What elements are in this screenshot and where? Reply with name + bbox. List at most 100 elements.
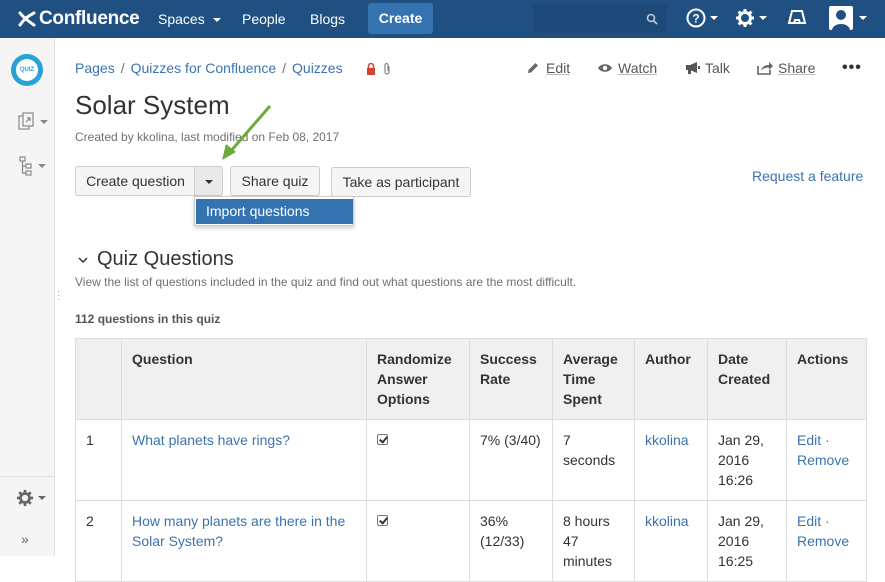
share-icon — [757, 62, 773, 75]
gear-icon — [16, 489, 34, 507]
column-header-randomize: Randomize Answer Options — [366, 338, 470, 420]
breadcrumb-separator: / — [120, 60, 125, 76]
chevron-down-icon — [859, 16, 867, 20]
column-header-number — [75, 338, 122, 420]
lock-icon[interactable] — [366, 62, 376, 75]
chevron-down-icon — [759, 16, 767, 20]
share-label: Share — [778, 60, 816, 76]
nav-spaces[interactable]: Spaces — [158, 0, 221, 38]
breadcrumb-pages[interactable]: Pages — [75, 60, 115, 76]
create-question-button[interactable]: Create question — [75, 166, 196, 196]
success-rate: 36% (12/33) — [469, 500, 553, 582]
question-link[interactable]: How many planets are there in the Solar … — [132, 513, 345, 549]
help-menu[interactable]: ? — [686, 8, 718, 28]
attachment-icon[interactable] — [382, 62, 392, 75]
chevron-down-icon — [212, 18, 221, 23]
average-time: 7 seconds — [552, 419, 635, 501]
notifications-button[interactable] — [787, 8, 807, 26]
expand-sidebar-icon[interactable]: » — [21, 531, 29, 547]
remove-question-link[interactable]: Remove — [797, 452, 849, 468]
eye-icon — [598, 64, 612, 72]
confluence-x-icon — [18, 11, 36, 27]
section-title: Quiz Questions — [97, 248, 234, 270]
table-row: 1 What planets have rings? 7% (3/40) 7 s… — [75, 419, 867, 501]
logo-text: Confluence — [39, 8, 140, 29]
column-header-question: Question — [121, 338, 367, 420]
breadcrumb-separator: / — [282, 60, 287, 76]
avatar — [829, 6, 853, 30]
settings-menu[interactable] — [735, 8, 767, 28]
action-separator: · — [821, 432, 830, 448]
breadcrumb-quizzes[interactable]: Quizzes — [292, 60, 343, 76]
randomize-checkbox[interactable] — [377, 515, 388, 526]
watch-button[interactable]: Watch — [597, 60, 657, 76]
search-input[interactable] — [533, 4, 643, 33]
talk-button[interactable]: Talk — [685, 60, 730, 76]
column-header-author: Author — [634, 338, 708, 420]
create-question-dropdown-button[interactable] — [194, 166, 223, 196]
section-description: View the list of questions included in t… — [75, 275, 577, 289]
edit-question-link[interactable]: Edit — [797, 513, 821, 529]
nav-people[interactable]: People — [242, 0, 286, 38]
talk-label: Talk — [705, 60, 730, 76]
column-header-success-rate: Success Rate — [469, 338, 553, 420]
pages-menu[interactable] — [18, 112, 48, 132]
pages-icon — [18, 112, 34, 130]
sidebar-footer: » — [0, 476, 54, 556]
table-header-row: Question Randomize Answer Options Succes… — [75, 338, 867, 420]
remove-question-link[interactable]: Remove — [797, 533, 849, 549]
quiz-questions-section-toggle[interactable]: Quiz Questions — [78, 248, 234, 271]
row-number: 2 — [75, 500, 122, 582]
page-byline: Created by kkolina, last modified on Feb… — [75, 130, 340, 144]
annotation-arrow-icon — [222, 105, 272, 160]
help-icon: ? — [686, 8, 706, 28]
questions-table: Question Randomize Answer Options Succes… — [75, 338, 867, 582]
question-link[interactable]: What planets have rings? — [132, 432, 290, 448]
more-actions-button[interactable]: ••• — [842, 59, 862, 77]
breadcrumb-quizzes-for-confluence[interactable]: Quizzes for Confluence — [131, 60, 277, 76]
nav-blogs[interactable]: Blogs — [310, 0, 345, 38]
share-quiz-button[interactable]: Share quiz — [230, 166, 320, 196]
column-header-average-time: Average Time Spent — [552, 338, 635, 420]
user-menu[interactable] — [829, 6, 867, 30]
author-link[interactable]: kkolina — [645, 513, 689, 529]
pencil-icon — [528, 63, 538, 73]
page-title: Solar System — [75, 90, 230, 120]
edit-button[interactable]: Edit — [526, 60, 570, 76]
author-link[interactable]: kkolina — [645, 432, 689, 448]
edit-label: Edit — [546, 60, 571, 76]
table-row: 2 How many planets are there in the Sola… — [75, 500, 867, 582]
date-created: Jan 29, 2016 16:26 — [707, 419, 787, 501]
import-questions-menu-item[interactable]: Import questions — [196, 199, 353, 224]
space-logo[interactable]: QUIZ — [11, 54, 43, 86]
confluence-logo[interactable]: Confluence — [18, 6, 140, 32]
edit-question-link[interactable]: Edit — [797, 432, 821, 448]
page-status-icons — [366, 62, 392, 75]
chevron-down-icon — [40, 120, 48, 124]
share-button[interactable]: Share — [757, 60, 815, 76]
sidebar: QUIZ » — [0, 38, 55, 556]
sidebar-resize-handle[interactable]: · · · — [57, 287, 60, 305]
breadcrumb: Pages / Quizzes for Confluence / Quizzes — [75, 60, 343, 76]
page-tree-icon — [19, 156, 32, 176]
chevron-down-icon — [710, 16, 718, 20]
chevron-down-icon — [38, 496, 46, 500]
take-as-participant-button[interactable]: Take as participant — [331, 167, 471, 197]
randomize-checkbox[interactable] — [377, 434, 388, 445]
request-feature-link[interactable]: Request a feature — [752, 168, 863, 184]
chevron-down-icon — [204, 180, 213, 185]
watch-label: Watch — [618, 60, 658, 76]
row-number: 1 — [75, 419, 122, 501]
action-separator: · — [821, 513, 830, 529]
date-created: Jan 29, 2016 16:25 — [707, 500, 787, 582]
gear-icon — [736, 9, 754, 27]
chevron-down-icon — [38, 164, 46, 168]
create-button[interactable]: Create — [368, 3, 433, 34]
search-box — [533, 4, 667, 33]
tree-menu[interactable] — [18, 156, 46, 176]
column-header-date-created: Date Created — [707, 338, 787, 420]
chevron-down-icon — [78, 256, 88, 263]
space-tools-menu[interactable] — [16, 489, 46, 507]
search-icon[interactable] — [646, 13, 658, 25]
megaphone-icon — [686, 62, 700, 74]
